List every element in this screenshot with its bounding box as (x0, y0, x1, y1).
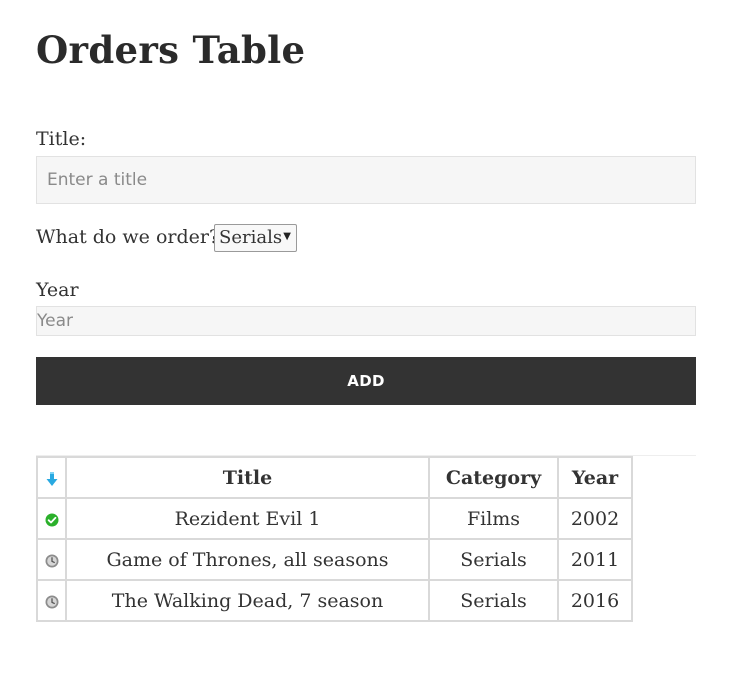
header-category: Category (428, 456, 559, 499)
year-label: Year (36, 279, 79, 301)
year-input[interactable] (36, 306, 696, 336)
clock-icon (45, 595, 59, 609)
table-row: The Walking Dead, 7 season Serials 2016 (36, 579, 633, 622)
orders-table: Title Category Year Rezident Evil 1 Film… (36, 456, 633, 622)
clock-icon (45, 554, 59, 568)
cell-category: Serials (428, 579, 559, 622)
table-header-row: Title Category Year (36, 456, 633, 499)
sort-header[interactable] (36, 456, 67, 499)
header-title: Title (65, 456, 430, 499)
cell-category: Films (428, 497, 559, 540)
table-row: Game of Thrones, all seasons Serials 201… (36, 538, 633, 581)
cell-title: The Walking Dead, 7 season (65, 579, 430, 622)
cell-category: Serials (428, 538, 559, 581)
table-row: Rezident Evil 1 Films 2002 (36, 497, 633, 540)
status-cell (36, 579, 67, 622)
cell-title: Game of Thrones, all seasons (65, 538, 430, 581)
cell-year: 2011 (557, 538, 633, 581)
cell-year: 2016 (557, 579, 633, 622)
order-type-select[interactable]: Serials ▼ (214, 224, 297, 252)
check-circle-icon (45, 513, 59, 527)
header-year: Year (557, 456, 633, 499)
page-title: Orders Table (36, 28, 306, 72)
cell-year: 2002 (557, 497, 633, 540)
order-type-selected: Serials (219, 227, 283, 248)
title-input[interactable] (36, 156, 696, 204)
title-label: Title: (36, 128, 87, 150)
add-button[interactable]: ADD (36, 357, 696, 405)
cell-title: Rezident Evil 1 (65, 497, 430, 540)
arrow-down-icon[interactable] (46, 471, 58, 487)
chevron-down-icon: ▼ (283, 231, 291, 242)
status-cell (36, 497, 67, 540)
order-type-label: What do we order? (36, 226, 220, 248)
status-cell (36, 538, 67, 581)
